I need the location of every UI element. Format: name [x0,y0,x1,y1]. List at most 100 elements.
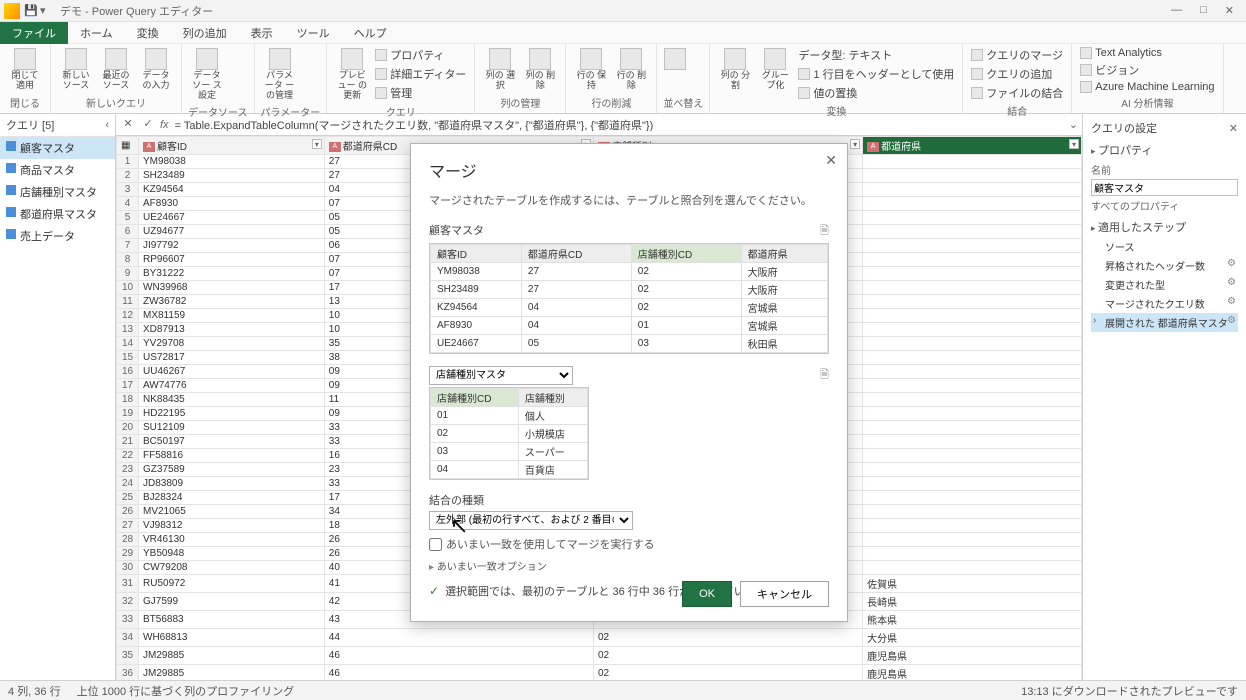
dialog-description: マージされたテーブルを作成するには、テーブルと照合列を選んでください。 [429,192,829,208]
preview-row: AF89300401宮城県 [431,317,828,335]
close-apply-button[interactable]: 閉じて 適用 [6,46,44,94]
applied-step[interactable]: 展開された 都道府県マスタ⚙ [1091,313,1238,332]
manage-button[interactable]: 管理 [373,84,468,102]
query-item[interactable]: 都道府県マスタ [0,203,115,225]
query-item[interactable]: 商品マスタ [0,159,115,181]
tab-transform[interactable]: 変換 [125,22,171,44]
refresh-preview-button[interactable]: プレビュー の更新 [333,46,371,103]
split-column-button[interactable]: 列の 分割 [716,46,754,102]
close-settings-icon[interactable]: ✕ [1229,122,1238,135]
enter-data-button[interactable]: データ の入力 [137,46,175,94]
applied-step[interactable]: 変更された型⚙ [1091,275,1238,294]
maximize-button[interactable]: □ [1200,4,1207,17]
replace-values-button[interactable]: 値の置換 [796,84,956,102]
queries-panel: クエリ [5]‹ 顧客マスタ商品マスタ店舗種別マスタ都道府県マスタ売上データ [0,114,116,698]
table2-preview[interactable]: 店舗種別CD店舗種別01個人02小規模店03スーパー04百貨店 [429,387,589,480]
sort-button[interactable] [663,46,687,94]
section-steps[interactable]: 適用したステップ [1091,215,1238,237]
applied-step[interactable]: ソース [1091,237,1238,256]
step-gear-icon[interactable]: ⚙ [1227,258,1236,269]
datatype-button[interactable]: データ型: テキスト [796,46,956,64]
collapse-queries-icon[interactable]: ‹ [105,119,109,131]
applied-step[interactable]: マージされたクエリ数⚙ [1091,294,1238,313]
quick-access-toolbar: 💾 ▾ [24,4,54,18]
fuzzy-options-toggle[interactable]: あいまい一致オプション [429,558,829,573]
preview-header[interactable]: 顧客ID [431,245,522,263]
merge-queries-button[interactable]: クエリのマージ [969,46,1065,64]
table1-preview[interactable]: 顧客ID都道府県CD店舗種別CD都道府県YM980382702大阪府SH2348… [429,243,829,354]
group-by-button[interactable]: グルー プ化 [756,46,794,102]
status-profiling: 上位 1000 行に基づく列のプロファイリング [77,683,295,699]
tab-file[interactable]: ファイル [0,22,68,44]
ribbon: 閉じて 適用 閉じる 新しい ソース 最近の ソース データ の入力 新しいクエ… [0,44,1246,114]
remove-rows-button[interactable]: 行の 削除 [612,46,650,94]
join-type-select[interactable]: 左外部 (最初の行すべて、および 2 番目の行のうち… [429,511,633,530]
column-filter-icon[interactable]: ▾ [1069,139,1079,149]
choose-columns-button[interactable]: 列の 選択 [481,46,519,94]
group-label-rowdel: 行の削減 [572,94,650,111]
formula-input[interactable] [173,119,1065,131]
group-label-sort: 並べ替え [663,94,703,111]
column-header[interactable]: A顧客ID▾ [139,137,325,155]
text-analytics-button[interactable]: Text Analytics [1078,46,1216,60]
formula-commit-icon[interactable]: ✓ [140,117,156,133]
formula-cancel-icon[interactable]: ✕ [120,117,136,133]
keep-rows-button[interactable]: 行の 保持 [572,46,610,94]
new-source-button[interactable]: 新しい ソース [57,46,95,94]
recent-sources-button[interactable]: 最近の ソース [97,46,135,94]
query-item[interactable]: 売上データ [0,225,115,247]
first-row-header-button[interactable]: 1 行目をヘッダーとして使用 [796,65,956,83]
vision-button[interactable]: ビジョン [1078,61,1216,79]
table1-options-icon[interactable]: 🗎 [820,222,829,241]
preview-row: YM980382702大阪府 [431,263,828,281]
query-item[interactable]: 顧客マスタ [0,137,115,159]
qat-dropdown-icon[interactable]: ▾ [40,4,54,18]
tab-addcolumn[interactable]: 列の追加 [171,22,239,44]
properties-button[interactable]: プロパティ [373,46,468,64]
tab-tools[interactable]: ツール [285,22,342,44]
preview-row: UE246670503秋田県 [431,335,828,353]
step-gear-icon[interactable]: ⚙ [1227,277,1236,288]
close-window-button[interactable]: ✕ [1225,4,1234,17]
step-gear-icon[interactable]: ⚙ [1227,296,1236,307]
aml-button[interactable]: Azure Machine Learning [1078,80,1216,94]
column-filter-icon[interactable]: ▾ [850,139,860,149]
ok-button[interactable]: OK [682,581,732,607]
cancel-button[interactable]: キャンセル [740,581,829,607]
table-row[interactable]: 35JM298854602鹿児島県 [117,647,1082,665]
combine-files-button[interactable]: ファイルの結合 [969,84,1065,102]
all-properties-link[interactable]: すべてのプロパティ [1091,196,1238,215]
preview-header[interactable]: 店舗種別CD [431,389,519,407]
table2-select[interactable]: 店舗種別マスタ [429,366,573,385]
append-queries-button[interactable]: クエリの追加 [969,65,1065,83]
preview-header[interactable]: 店舗種別CD [631,245,741,263]
section-properties[interactable]: プロパティ [1091,138,1238,160]
preview-header[interactable]: 都道府県 [741,245,827,263]
app-icon [4,3,20,19]
column-header[interactable]: A都道府県▾ [863,137,1082,155]
table2-options-icon[interactable]: 🗎 [820,366,829,385]
preview-header[interactable]: 店舗種別 [518,389,587,407]
minimize-button[interactable]: — [1171,4,1182,17]
save-icon[interactable]: 💾 [24,4,38,18]
parameters-button[interactable]: パラメータ ーの管理 [261,46,299,103]
formula-expand-icon[interactable]: ⌄ [1069,118,1078,131]
tab-home[interactable]: ホーム [68,22,125,44]
advanced-editor-button[interactable]: 詳細エディター [373,65,468,83]
preview-header[interactable]: 都道府県CD [521,245,631,263]
fuzzy-match-label: あいまい一致を使用してマージを実行する [446,536,654,552]
fx-icon[interactable]: fx [160,119,169,131]
remove-columns-button[interactable]: 列の 削除 [521,46,559,94]
query-name-input[interactable] [1091,179,1238,196]
column-filter-icon[interactable]: ▾ [312,139,322,149]
datasource-settings-button[interactable]: データソー ス設定 [188,46,226,103]
table-row[interactable]: 34WH688134402大分県 [117,629,1082,647]
step-gear-icon[interactable]: ⚙ [1227,315,1236,326]
applied-step[interactable]: 昇格されたヘッダー数⚙ [1091,256,1238,275]
tab-help[interactable]: ヘルプ [342,22,399,44]
dialog-close-icon[interactable]: ✕ [825,152,837,169]
fuzzy-match-checkbox[interactable] [429,538,442,551]
query-item[interactable]: 店舗種別マスタ [0,181,115,203]
tab-view[interactable]: 表示 [239,22,285,44]
table-corner[interactable]: ▦ [117,137,139,155]
